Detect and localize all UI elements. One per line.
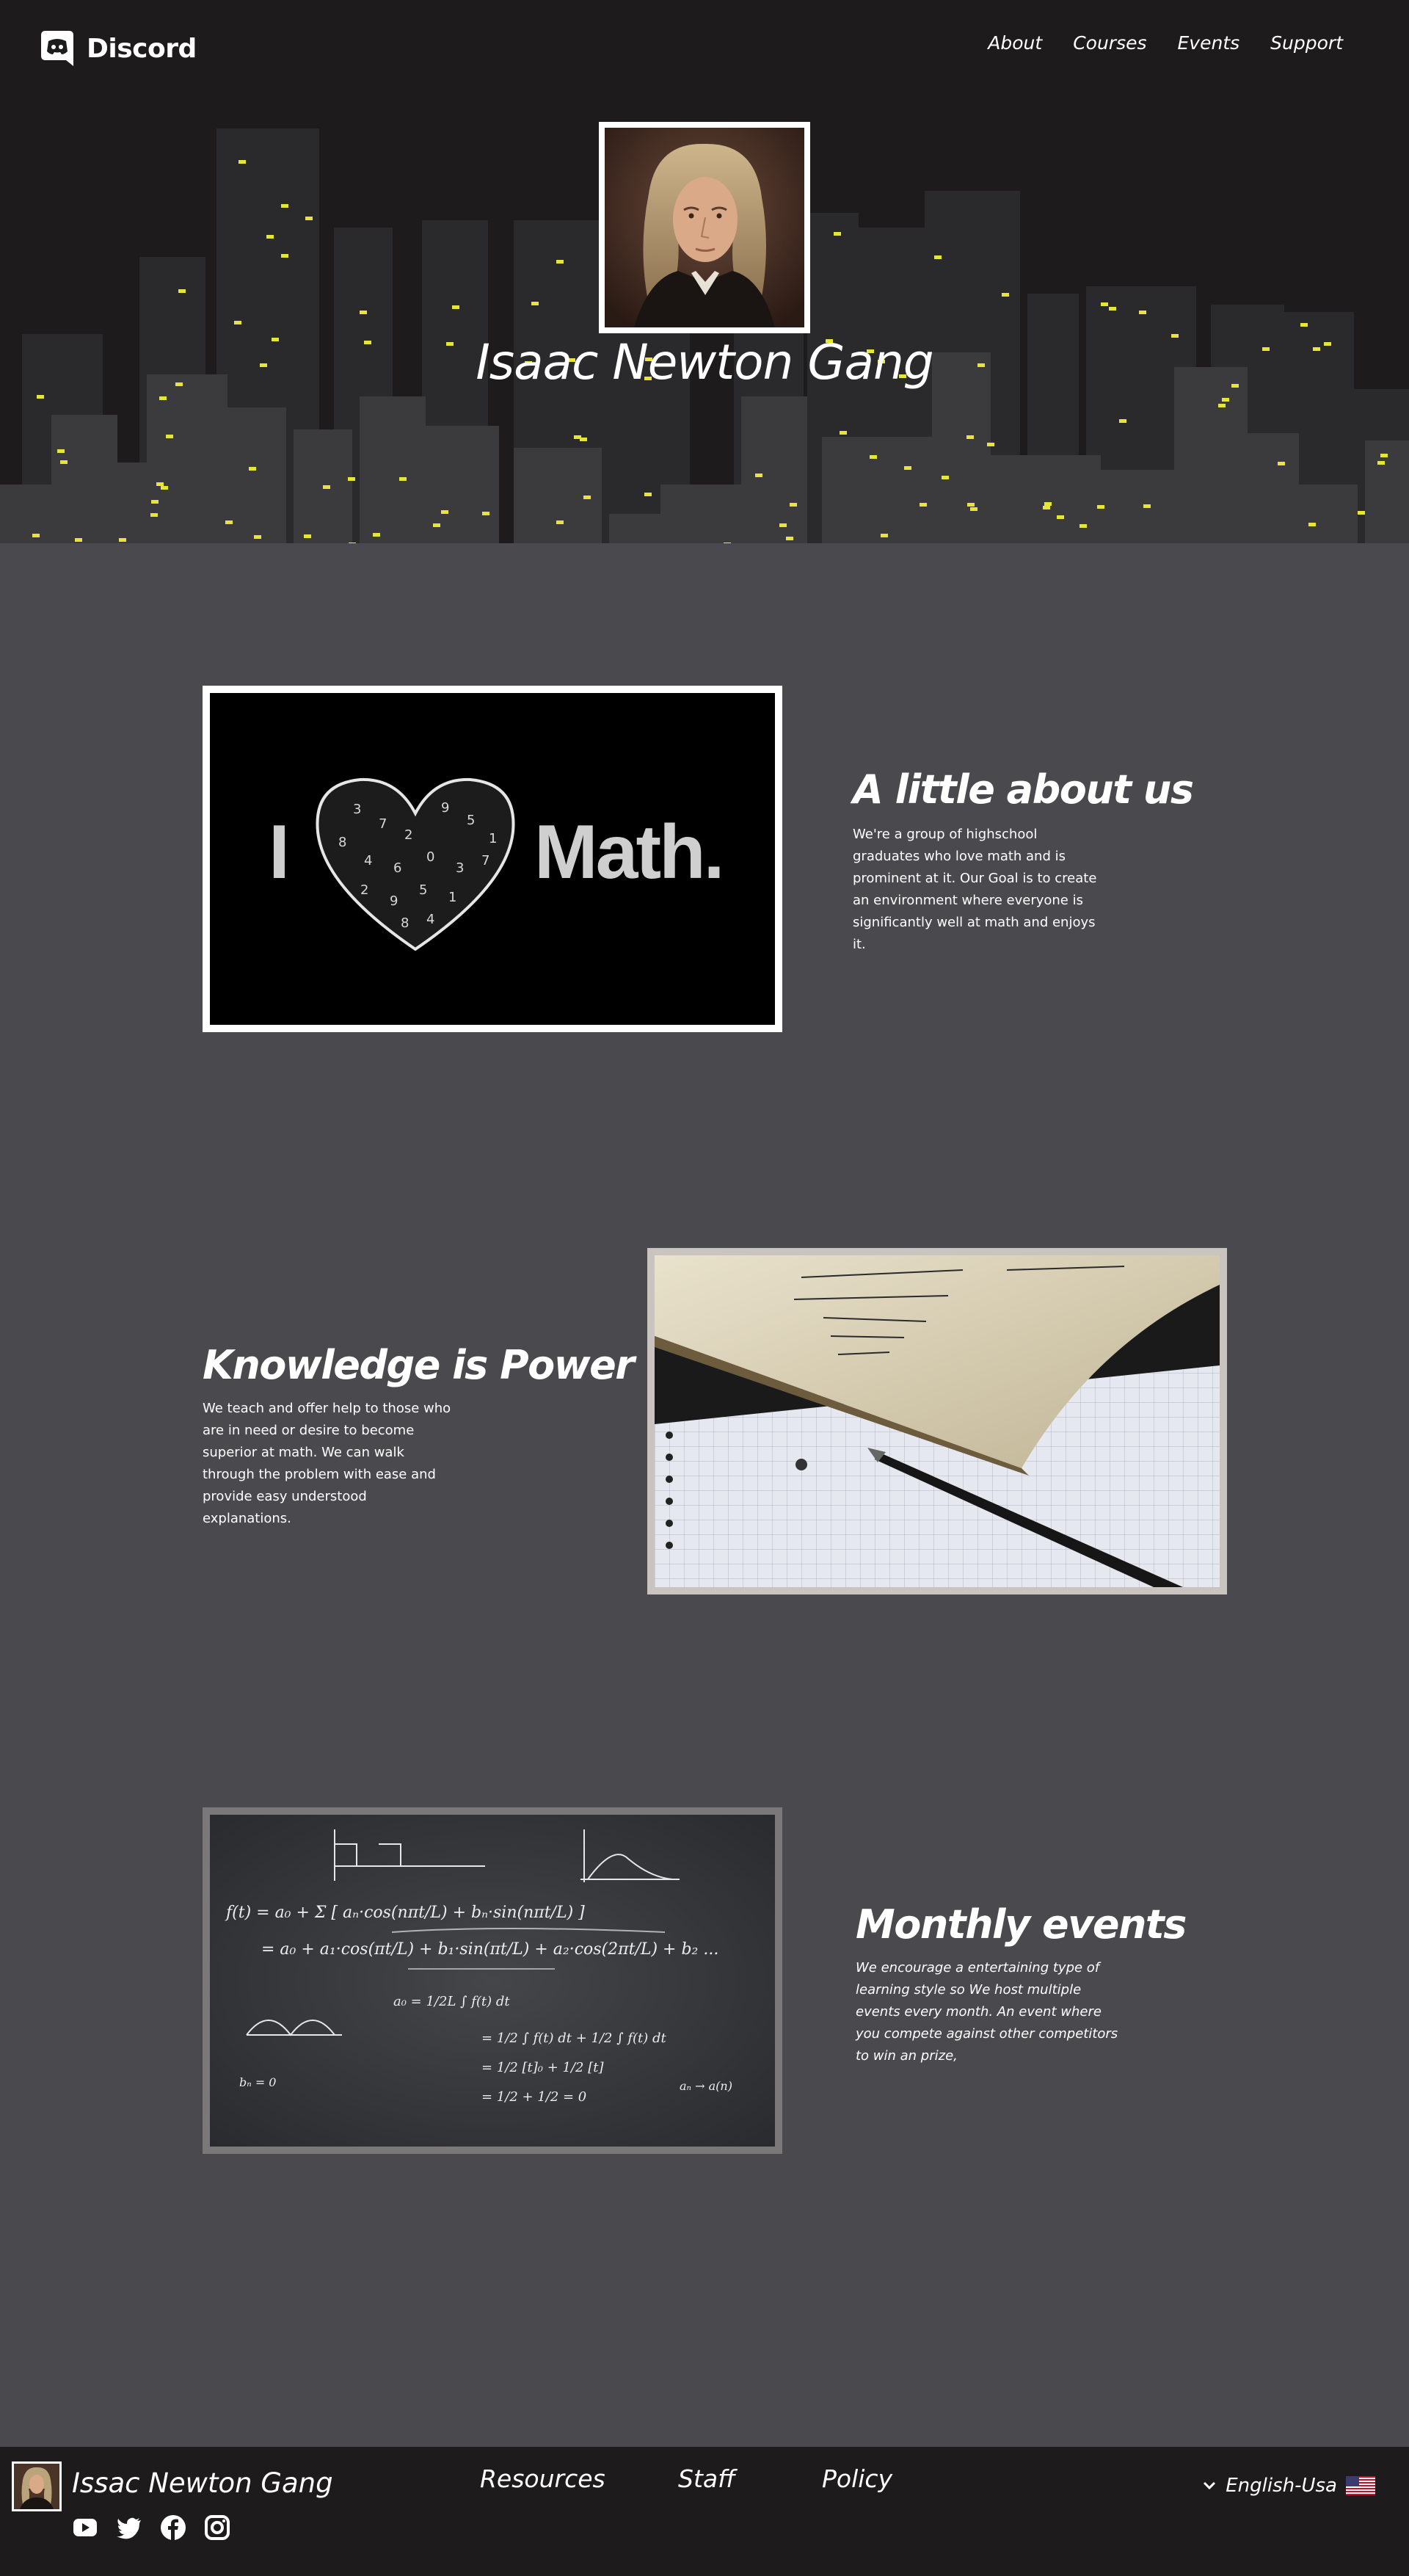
svg-text:a₀ = 1/2L ∫ f(t) dt: a₀ = 1/2L ∫ f(t) dt <box>393 1994 510 2009</box>
image-text-math: Math. <box>534 810 725 895</box>
footer: Issac Newton Gang Resources Staff Policy… <box>0 2447 1409 2576</box>
svg-text:= 1/2 ∫ f(t) dt + 1/2 ∫ f(t) d: = 1/2 ∫ f(t) dt + 1/2 ∫ f(t) dt <box>481 2031 667 2046</box>
footer-link-staff[interactable]: Staff <box>678 2464 735 2493</box>
heart-icon: 372 951 84 6 03 7 295 18 4 <box>316 777 515 951</box>
nav-courses[interactable]: Courses <box>1073 32 1146 54</box>
footer-link-policy[interactable]: Policy <box>822 2464 892 2493</box>
svg-text:3: 3 <box>353 802 361 817</box>
main-nav: About Courses Events Support <box>957 32 1343 54</box>
svg-text:3: 3 <box>456 860 464 876</box>
nav-support[interactable]: Support <box>1270 32 1343 54</box>
svg-text:1: 1 <box>489 831 497 846</box>
footer-brand-name: Issac Newton Gang <box>72 2467 333 2499</box>
notebook-image <box>647 1248 1227 1594</box>
section-about-title: A little about us <box>853 766 1194 813</box>
twitter-icon[interactable] <box>116 2514 142 2541</box>
nav-events[interactable]: Events <box>1178 32 1240 54</box>
youtube-icon[interactable] <box>72 2514 98 2541</box>
i-love-math-image: I 372 951 846 037 295 184 Math. <box>203 686 782 1032</box>
svg-text:4: 4 <box>364 853 372 868</box>
svg-text:= a₀ + a₁·cos(πt/L) + b₁·sin(π: = a₀ + a₁·cos(πt/L) + b₁·sin(πt/L) + a₂·… <box>261 1940 718 1959</box>
language-label: English-Usa <box>1226 2475 1337 2497</box>
svg-text:2: 2 <box>404 827 412 843</box>
svg-text:= 1/2 + 1/2 = 0: = 1/2 + 1/2 = 0 <box>481 2089 586 2105</box>
section-knowledge-title: Knowledge is Power <box>203 1342 635 1388</box>
svg-text:1: 1 <box>448 890 456 905</box>
footer-link-resources[interactable]: Resources <box>480 2464 605 2493</box>
svg-text:8: 8 <box>401 915 409 931</box>
discord-icon <box>41 31 73 66</box>
svg-text:bₙ = 0: bₙ = 0 <box>239 2075 276 2089</box>
footer-avatar[interactable] <box>12 2461 62 2511</box>
svg-text:5: 5 <box>467 813 475 828</box>
instagram-icon[interactable] <box>204 2514 230 2541</box>
svg-text:6: 6 <box>393 860 401 876</box>
chevron-down-icon <box>1204 2481 1216 2490</box>
svg-text:= 1/2 [t]₀ + 1/2 [t]: = 1/2 [t]₀ + 1/2 [t] <box>481 2060 604 2075</box>
hero-title: Isaac Newton Gang <box>476 334 933 391</box>
portrait-frame <box>599 122 810 333</box>
svg-text:9: 9 <box>390 893 398 909</box>
svg-text:7: 7 <box>481 853 489 868</box>
language-selector[interactable]: English-Usa <box>1202 2475 1375 2497</box>
svg-text:8: 8 <box>338 835 346 850</box>
svg-text:7: 7 <box>379 816 387 832</box>
svg-text:aₙ → a(n): aₙ → a(n) <box>680 2079 732 2093</box>
svg-text:9: 9 <box>441 800 449 816</box>
svg-text:5: 5 <box>419 882 427 898</box>
image-text-i: I <box>269 810 290 895</box>
section-events-title: Monthly events <box>856 1901 1187 1948</box>
svg-text:0: 0 <box>426 849 434 865</box>
logo[interactable]: Discord <box>38 29 197 68</box>
svg-text:2: 2 <box>360 882 368 898</box>
portrait-image <box>605 128 804 327</box>
us-flag-icon <box>1346 2476 1375 2495</box>
svg-text:4: 4 <box>426 912 434 927</box>
facebook-icon[interactable] <box>160 2514 186 2541</box>
svg-text:f(t) = a₀ + Σ [ aₙ·cos(nπt/L): f(t) = a₀ + Σ [ aₙ·cos(nπt/L) + bₙ·sin(n… <box>225 1904 585 1922</box>
logo-text: Discord <box>87 33 197 64</box>
notebook-and-pen <box>655 1255 1220 1587</box>
section-events-text: We encourage a entertaining type of lear… <box>856 1960 1118 2064</box>
section-about-text: We're a group of highschool graduates wh… <box>853 827 1097 952</box>
hero-banner: Discord About Courses Events Support Isa… <box>0 0 1409 558</box>
chalkboard-image: f(t) = a₀ + Σ [ aₙ·cos(nπt/L) + bₙ·sin(n… <box>203 1807 782 2154</box>
portrait-isaac-newton <box>14 2464 59 2509</box>
section-knowledge-text: We teach and offer help to those who are… <box>203 1401 451 1526</box>
chalkboard-equations: f(t) = a₀ + Σ [ aₙ·cos(nπt/L) + bₙ·sin(n… <box>210 1815 775 2147</box>
top-navigation: Discord About Courses Events Support <box>0 0 1409 95</box>
nav-about[interactable]: About <box>988 32 1042 54</box>
social-links <box>72 2514 230 2541</box>
